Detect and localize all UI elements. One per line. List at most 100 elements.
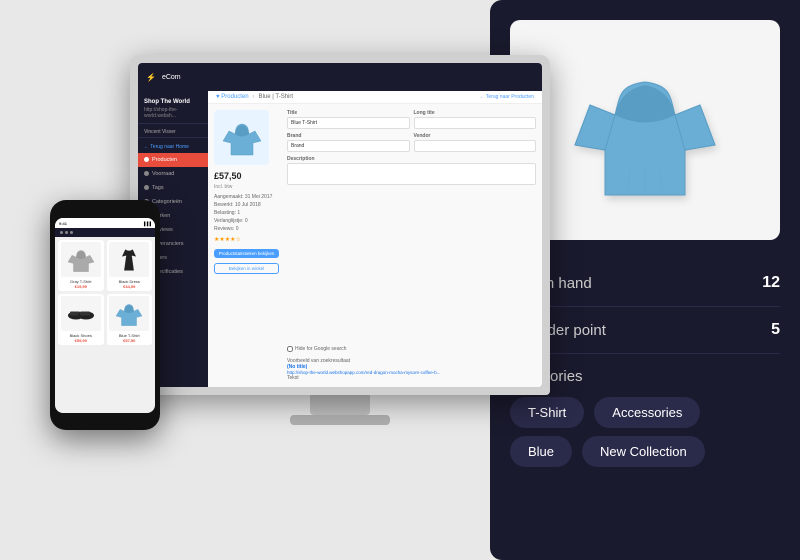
form-field-long-title: Long tite — [414, 110, 537, 129]
phone-area: 9:41 ▐▐▐ Gray T-Shirt — [50, 200, 160, 430]
phone-nav — [55, 228, 155, 237]
bekijk-button[interactable]: Bekijken in winkel — [214, 263, 279, 274]
phone-product-img — [109, 296, 149, 331]
phone-nav-dot — [70, 231, 73, 234]
form-input-brand[interactable]: Brand — [287, 140, 410, 152]
breadcrumb-back[interactable]: ← Terug naar Producten — [480, 94, 534, 100]
sidebar-dot — [144, 171, 149, 176]
product-detail: £57,50 Incl. btw Aangemaakt: 31 Mei 2017… — [208, 104, 542, 387]
sidebar-dot — [144, 185, 149, 190]
product-thumbnail — [214, 110, 269, 165]
form-label-title: Title — [287, 110, 410, 116]
sidebar-label-producten: Producten — [152, 157, 177, 163]
sidebar-dot — [144, 157, 149, 162]
search-result-section: Voorbeeld van zoekresultaat (No title) h… — [287, 358, 536, 381]
product-tshirt-image — [555, 50, 735, 210]
app-logo-text: eCom — [162, 74, 181, 81]
breadcrumb: ♥ Producten › Blue | T-Shirt ← Terug naa… — [208, 91, 542, 104]
form-input-long-title[interactable] — [414, 117, 537, 129]
search-result-text: Tekst — [287, 375, 536, 381]
sidebar-shop: Shop The World http://shop-the-world.web… — [138, 95, 208, 124]
form-input-title[interactable]: Blue T-Shirt — [287, 117, 410, 129]
product-aangemaakt: 31 Mei 2017 — [245, 194, 273, 200]
product-price: £57,50 — [214, 171, 279, 181]
form-label-long-title: Long tite — [414, 110, 537, 116]
form-field-vendor: Vendor — [414, 133, 537, 152]
phone-product-img — [109, 242, 149, 277]
monitor-stand — [310, 395, 370, 415]
tag-accessories[interactable]: Accessories — [594, 397, 700, 428]
sidebar-label-voorraad: Voorraad — [152, 171, 174, 177]
monitor-container: ⚡ eCom Shop The World http://shop-the-wo… — [130, 55, 550, 425]
phone-time: 9:41 — [59, 221, 67, 226]
product-verlanglijstje: 0 — [245, 218, 248, 224]
phone-product-card[interactable]: Blue T-Shirt €57,50 — [107, 294, 153, 345]
statistieken-button[interactable]: Productstatistieken bekijken — [214, 249, 279, 258]
phone-notch — [90, 208, 120, 214]
form-textarea-description[interactable] — [287, 163, 536, 185]
form-label-description: Description — [287, 156, 536, 162]
reorder-row: Re-order point 5 — [510, 307, 780, 354]
phone-tshirt-blue — [114, 301, 144, 327]
app-content: Shop The World http://shop-the-world.web… — [138, 91, 542, 387]
form-row-title: Title Blue T-Shirt Long tite — [287, 110, 536, 129]
phone-product-price: €34,99 — [123, 284, 135, 289]
phone-tshirt-gray — [66, 247, 96, 273]
phone-product-grid: Gray T-Shirt €19,99 Black Dress €34,99 — [55, 237, 155, 348]
sidebar-item-tags[interactable]: Tags — [138, 181, 208, 195]
phone-shoes — [66, 301, 96, 327]
phone-product-price: €57,50 — [123, 338, 135, 343]
app-bar: ⚡ eCom — [138, 63, 542, 91]
reorder-value: 5 — [771, 321, 780, 339]
phone-product-img — [61, 242, 101, 277]
phone-product-card[interactable]: Black Shoes €59,99 — [58, 294, 104, 345]
form-field-title: Title Blue T-Shirt — [287, 110, 410, 129]
phone-product-img — [61, 296, 101, 331]
phone-product-card[interactable]: Gray T-Shirt €19,99 — [58, 240, 104, 291]
product-left-col: £57,50 Incl. btw Aangemaakt: 31 Mei 2017… — [214, 110, 279, 381]
phone-status-bar: 9:41 ▐▐▐ — [55, 218, 155, 228]
sidebar-shop-name: Shop The World — [144, 99, 202, 107]
app-logo-icon: ⚡ — [146, 73, 156, 82]
product-thumb-tshirt — [221, 119, 263, 157]
product-stars: ★★★★☆ — [214, 236, 279, 243]
sidebar-item-voorraad[interactable]: Voorraad — [138, 167, 208, 181]
form-row-brand: Brand Brand Vendor — [287, 133, 536, 152]
main-content: ♥ Producten › Blue | T-Shirt ← Terug naa… — [208, 91, 542, 387]
product-reviews: 0 — [236, 226, 239, 232]
phone-product-price: €59,99 — [75, 338, 87, 343]
qty-value: 12 — [762, 274, 780, 292]
tag-row-1: T-Shirt Accessories — [510, 397, 780, 428]
phone-signal-icon: ▐▐▐ — [142, 221, 151, 226]
breadcrumb-sep: › — [253, 94, 255, 100]
form-label-brand: Brand — [287, 133, 410, 139]
breadcrumb-producten[interactable]: ♥ Producten — [216, 94, 249, 100]
form-label-vendor: Vendor — [414, 133, 537, 139]
categories-title: Categories — [510, 368, 780, 385]
product-image-area — [510, 20, 780, 240]
hide-google-row: Hide for Google search — [287, 346, 536, 352]
phone-screen: 9:41 ▐▐▐ Gray T-Shirt — [55, 218, 155, 413]
product-meta: Aangemaakt: 31 Mei 2017 Bewerkt: 10 Jul … — [214, 193, 279, 233]
tag-blue[interactable]: Blue — [510, 436, 572, 467]
phone-product-card[interactable]: Black Dress €34,99 — [107, 240, 153, 291]
product-price-area: £57,50 Incl. btw Aangemaakt: 31 Mei 2017… — [214, 171, 279, 274]
monitor-frame: ⚡ eCom Shop The World http://shop-the-wo… — [130, 55, 550, 395]
tag-row-2: Blue New Collection — [510, 436, 780, 467]
form-input-vendor[interactable] — [414, 140, 537, 152]
qty-row: Qty on hand 12 — [510, 260, 780, 307]
product-bewerkt: 10 Jul 2018 — [235, 202, 261, 208]
sidebar-item-producten[interactable]: Producten — [138, 153, 208, 167]
form-field-description: Description — [287, 156, 536, 342]
form-field-brand: Brand Brand — [287, 133, 410, 152]
sidebar-label-tags: Tags — [152, 185, 164, 191]
phone-frame: 9:41 ▐▐▐ Gray T-Shirt — [50, 200, 160, 430]
product-price-note: Incl. btw — [214, 184, 279, 190]
monitor-inner: ⚡ eCom Shop The World http://shop-the-wo… — [138, 63, 542, 387]
sidebar-back[interactable]: ← Terug naar Home — [138, 141, 208, 153]
monitor-base — [290, 415, 390, 425]
tag-new-collection[interactable]: New Collection — [582, 436, 705, 467]
hide-google-checkbox[interactable] — [287, 346, 293, 352]
phone-nav-dot — [65, 231, 68, 234]
phone-dress — [114, 247, 144, 273]
